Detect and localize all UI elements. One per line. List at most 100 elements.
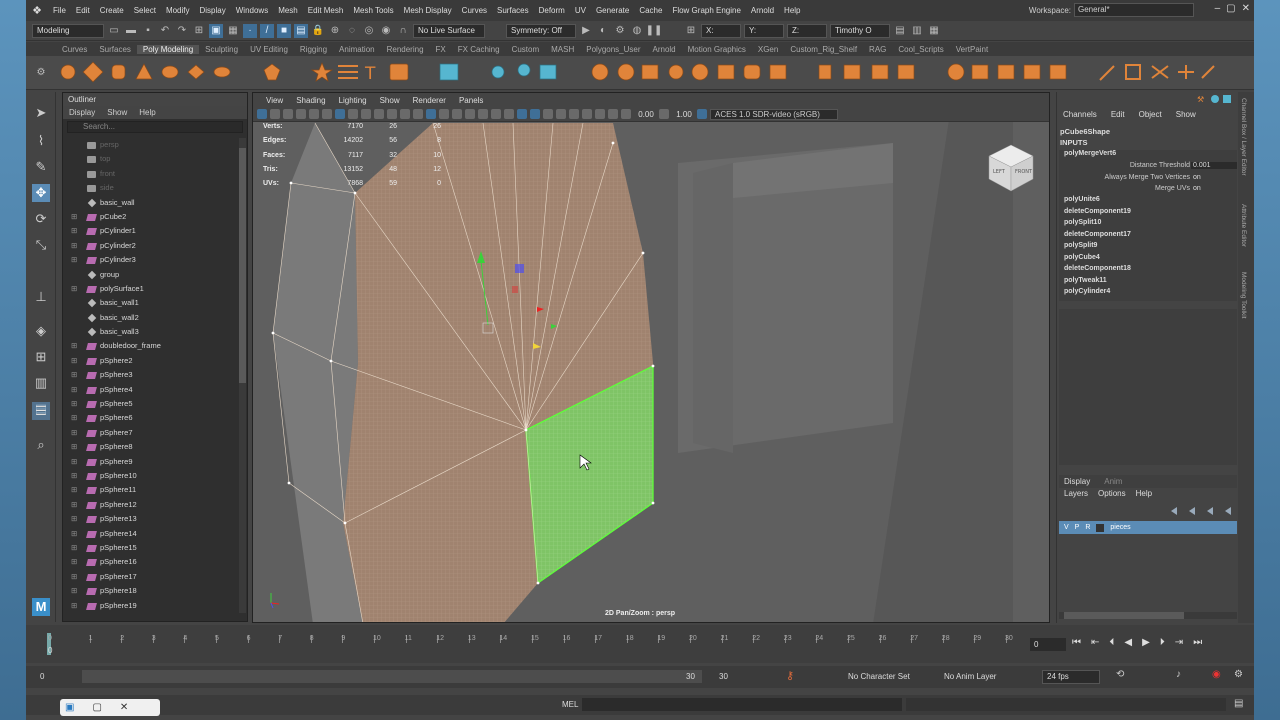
- loop-icon[interactable]: ⟲: [1116, 669, 1124, 680]
- outliner-item-psphere9[interactable]: ⊞ pSphere9: [63, 455, 239, 469]
- two-view-layout-icon[interactable]: ▥: [32, 374, 50, 392]
- outliner-item-psphere19[interactable]: ⊞ pSphere19: [63, 599, 239, 613]
- expand-icon[interactable]: ⊞: [71, 599, 77, 613]
- layer-menu-help[interactable]: Help: [1136, 489, 1152, 498]
- open-scene-icon[interactable]: ▬: [124, 24, 138, 38]
- outliner-item-polysurface1[interactable]: ⊞ polySurface1: [63, 282, 239, 296]
- select-tool-icon[interactable]: ➤: [32, 104, 50, 122]
- menu-modify[interactable]: Modify: [161, 6, 195, 15]
- menu-curves[interactable]: Curves: [457, 6, 492, 15]
- smooth-shade-icon[interactable]: [439, 109, 449, 119]
- face-mask-icon[interactable]: ■: [277, 23, 291, 38]
- menu-mesh-tools[interactable]: Mesh Tools: [348, 6, 398, 15]
- search-icon[interactable]: ⌕: [32, 436, 50, 454]
- view-transform-dropdown[interactable]: ACES 1.0 SDR-video (sRGB): [710, 108, 838, 120]
- menu-edit-mesh[interactable]: Edit Mesh: [303, 6, 349, 15]
- antialiasing-icon[interactable]: [556, 109, 566, 119]
- layer-editor-icon[interactable]: [1223, 95, 1231, 103]
- shelf-tab-curves[interactable]: Curves: [56, 45, 93, 54]
- history-node[interactable]: polySplit10: [1064, 219, 1101, 226]
- edge-mask-icon[interactable]: /: [260, 23, 274, 38]
- outliner-item-psphere16[interactable]: ⊞ pSphere16: [63, 555, 239, 569]
- auto-key-icon[interactable]: ◉: [1212, 669, 1221, 680]
- gate-mask-icon[interactable]: [361, 109, 371, 119]
- scrollbar-thumb[interactable]: [239, 148, 246, 383]
- anim-layer-field[interactable]: No Anim Layer: [944, 672, 996, 681]
- exposure-icon[interactable]: [621, 109, 631, 119]
- ipr-icon[interactable]: ◐: [596, 24, 610, 38]
- user-account[interactable]: Timothy O: [830, 23, 890, 38]
- history-node[interactable]: polyTweak11: [1064, 277, 1107, 284]
- xray-joints-icon[interactable]: [530, 109, 540, 119]
- active-input-node[interactable]: polyMergeVert6: [1064, 150, 1116, 157]
- persp-viewport[interactable]: LEFT FRONT View Shading Lighting Show Render…: [252, 92, 1050, 623]
- expand-icon[interactable]: ⊞: [71, 224, 77, 238]
- minimize-icon[interactable]: –: [1215, 3, 1221, 14]
- shelf-tab-uv-editing[interactable]: UV Editing: [244, 45, 294, 54]
- outliner-item-group[interactable]: group: [63, 268, 239, 282]
- menu-arnold[interactable]: Arnold: [746, 6, 779, 15]
- bookmarks-icon[interactable]: [283, 109, 293, 119]
- shelf-tab-fx-caching[interactable]: FX Caching: [452, 45, 506, 54]
- viewport-menu-view[interactable]: View: [261, 96, 288, 105]
- expand-icon[interactable]: ⊞: [71, 383, 77, 397]
- view-transform-icon[interactable]: [309, 109, 319, 119]
- scene-end-field[interactable]: 30: [719, 672, 728, 681]
- fps-dropdown[interactable]: 24 fps: [1042, 670, 1100, 684]
- script-editor-icon[interactable]: ▤: [1234, 698, 1243, 709]
- x-field[interactable]: X:: [701, 23, 741, 38]
- z-field[interactable]: Z:: [787, 23, 827, 38]
- snap-grid-icon[interactable]: ⊕: [328, 24, 342, 38]
- outliner-item-basic_wall[interactable]: basic_wall: [63, 196, 239, 210]
- hypershade-icon[interactable]: ◍: [630, 24, 644, 38]
- expand-icon[interactable]: ⊞: [71, 411, 77, 425]
- wireframe-icon[interactable]: [426, 109, 436, 119]
- select-object-icon[interactable]: ▣: [209, 23, 223, 38]
- attribute-value[interactable]: on: [1191, 174, 1237, 181]
- isolate-select-icon[interactable]: [517, 109, 527, 119]
- tool-icon[interactable]: ⚒: [1197, 95, 1204, 104]
- shelf-tab-arnold[interactable]: Arnold: [647, 45, 682, 54]
- expand-icon[interactable]: ⊞: [71, 455, 77, 469]
- shelf-tab-fx[interactable]: FX: [430, 45, 452, 54]
- lasso-tool-icon[interactable]: ⌇: [32, 132, 50, 150]
- layer-color-swatch[interactable]: [1096, 523, 1105, 532]
- snap-curve-icon[interactable]: ◌: [345, 24, 359, 38]
- menu-display[interactable]: Display: [195, 6, 231, 15]
- outliner-item-psphere10[interactable]: ⊞ pSphere10: [63, 469, 239, 483]
- outliner-menu-show[interactable]: Show: [107, 106, 127, 119]
- layer-menu-options[interactable]: Options: [1098, 489, 1126, 498]
- xray-icon[interactable]: [465, 109, 475, 119]
- layer-reference-toggle[interactable]: R: [1085, 524, 1090, 531]
- outliner-item-psphere11[interactable]: ⊞ pSphere11: [63, 483, 239, 497]
- shelf-tab-sculpting[interactable]: Sculpting: [199, 45, 244, 54]
- safe-title-icon[interactable]: [400, 109, 410, 119]
- scene-start-field[interactable]: 0: [40, 672, 44, 681]
- render-settings-icon[interactable]: ⚙: [613, 24, 627, 38]
- history-node[interactable]: polyCylinder4: [1064, 288, 1110, 295]
- field-chart-icon[interactable]: [374, 109, 384, 119]
- outliner-item-front[interactable]: front: [63, 167, 239, 181]
- shelf-tab-rigging[interactable]: Rigging: [294, 45, 333, 54]
- outliner-item-psphere3[interactable]: ⊞ pSphere3: [63, 368, 239, 382]
- move-tool-icon[interactable]: ✥: [32, 184, 50, 202]
- gamma-icon[interactable]: [659, 109, 669, 119]
- outliner-item-side[interactable]: side: [63, 181, 239, 195]
- menu-cache[interactable]: Cache: [634, 6, 667, 15]
- time-slider[interactable]: 1 2 3 4 5 6 7 8 9 10 11 12 13 14 15 16 17 18 19 20 21 22 23 24 2…: [26, 625, 1254, 663]
- color-management-icon[interactable]: [697, 109, 707, 119]
- play-forward-icon[interactable]: ▶: [1142, 637, 1150, 648]
- new-scene-icon[interactable]: ▭: [107, 24, 121, 38]
- go-to-start-icon[interactable]: ⏮: [1072, 637, 1081, 648]
- outliner-item-psphere7[interactable]: ⊞ pSphere7: [63, 426, 239, 440]
- expand-icon[interactable]: ⊞: [71, 527, 77, 541]
- step-back-key-icon[interactable]: ⇤: [1091, 637, 1099, 648]
- ambient-occlusion-icon[interactable]: [543, 109, 553, 119]
- current-frame-field[interactable]: 0: [1030, 638, 1066, 651]
- shelf-tab-xgen[interactable]: XGen: [752, 45, 784, 54]
- expand-icon[interactable]: ⊞: [71, 584, 77, 598]
- outliner-item-basic_wall2[interactable]: basic_wall2: [63, 311, 239, 325]
- layer-menu-layers[interactable]: Layers: [1064, 489, 1088, 498]
- sound-icon[interactable]: ♪: [1176, 669, 1181, 680]
- expand-icon[interactable]: ⊞: [71, 469, 77, 483]
